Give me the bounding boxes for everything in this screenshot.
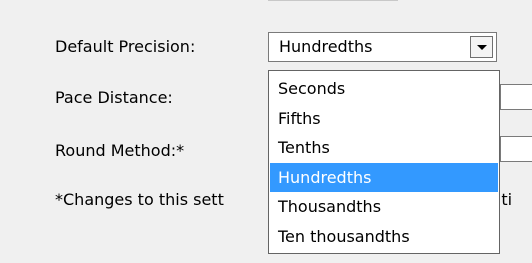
chevron-down-icon [476,44,487,50]
default-precision-select[interactable]: Hundredths [268,32,497,62]
pace-distance-field[interactable] [500,84,532,110]
settings-note: *Changes to this sett [55,190,224,209]
option-fifths[interactable]: Fifths [270,104,498,134]
default-precision-label: Default Precision: [55,37,196,56]
select-current-value: Hundredths [279,37,373,56]
round-method-label: Round Method:* [55,141,185,160]
option-seconds[interactable]: Seconds [270,74,498,104]
option-hundredths[interactable]: Hundredths [270,162,498,192]
option-thousandths[interactable]: Thousandths [270,192,498,222]
pace-distance-label: Pace Distance: [55,88,173,107]
precision-options-list[interactable]: Seconds Fifths Tenths Hundredths Thousan… [268,70,500,254]
round-method-field[interactable] [500,136,532,162]
divider-line [268,0,398,1]
option-tenths[interactable]: Tenths [270,133,498,163]
dropdown-button[interactable] [470,36,493,58]
option-ten-thousandths[interactable]: Ten thousandths [270,222,498,252]
